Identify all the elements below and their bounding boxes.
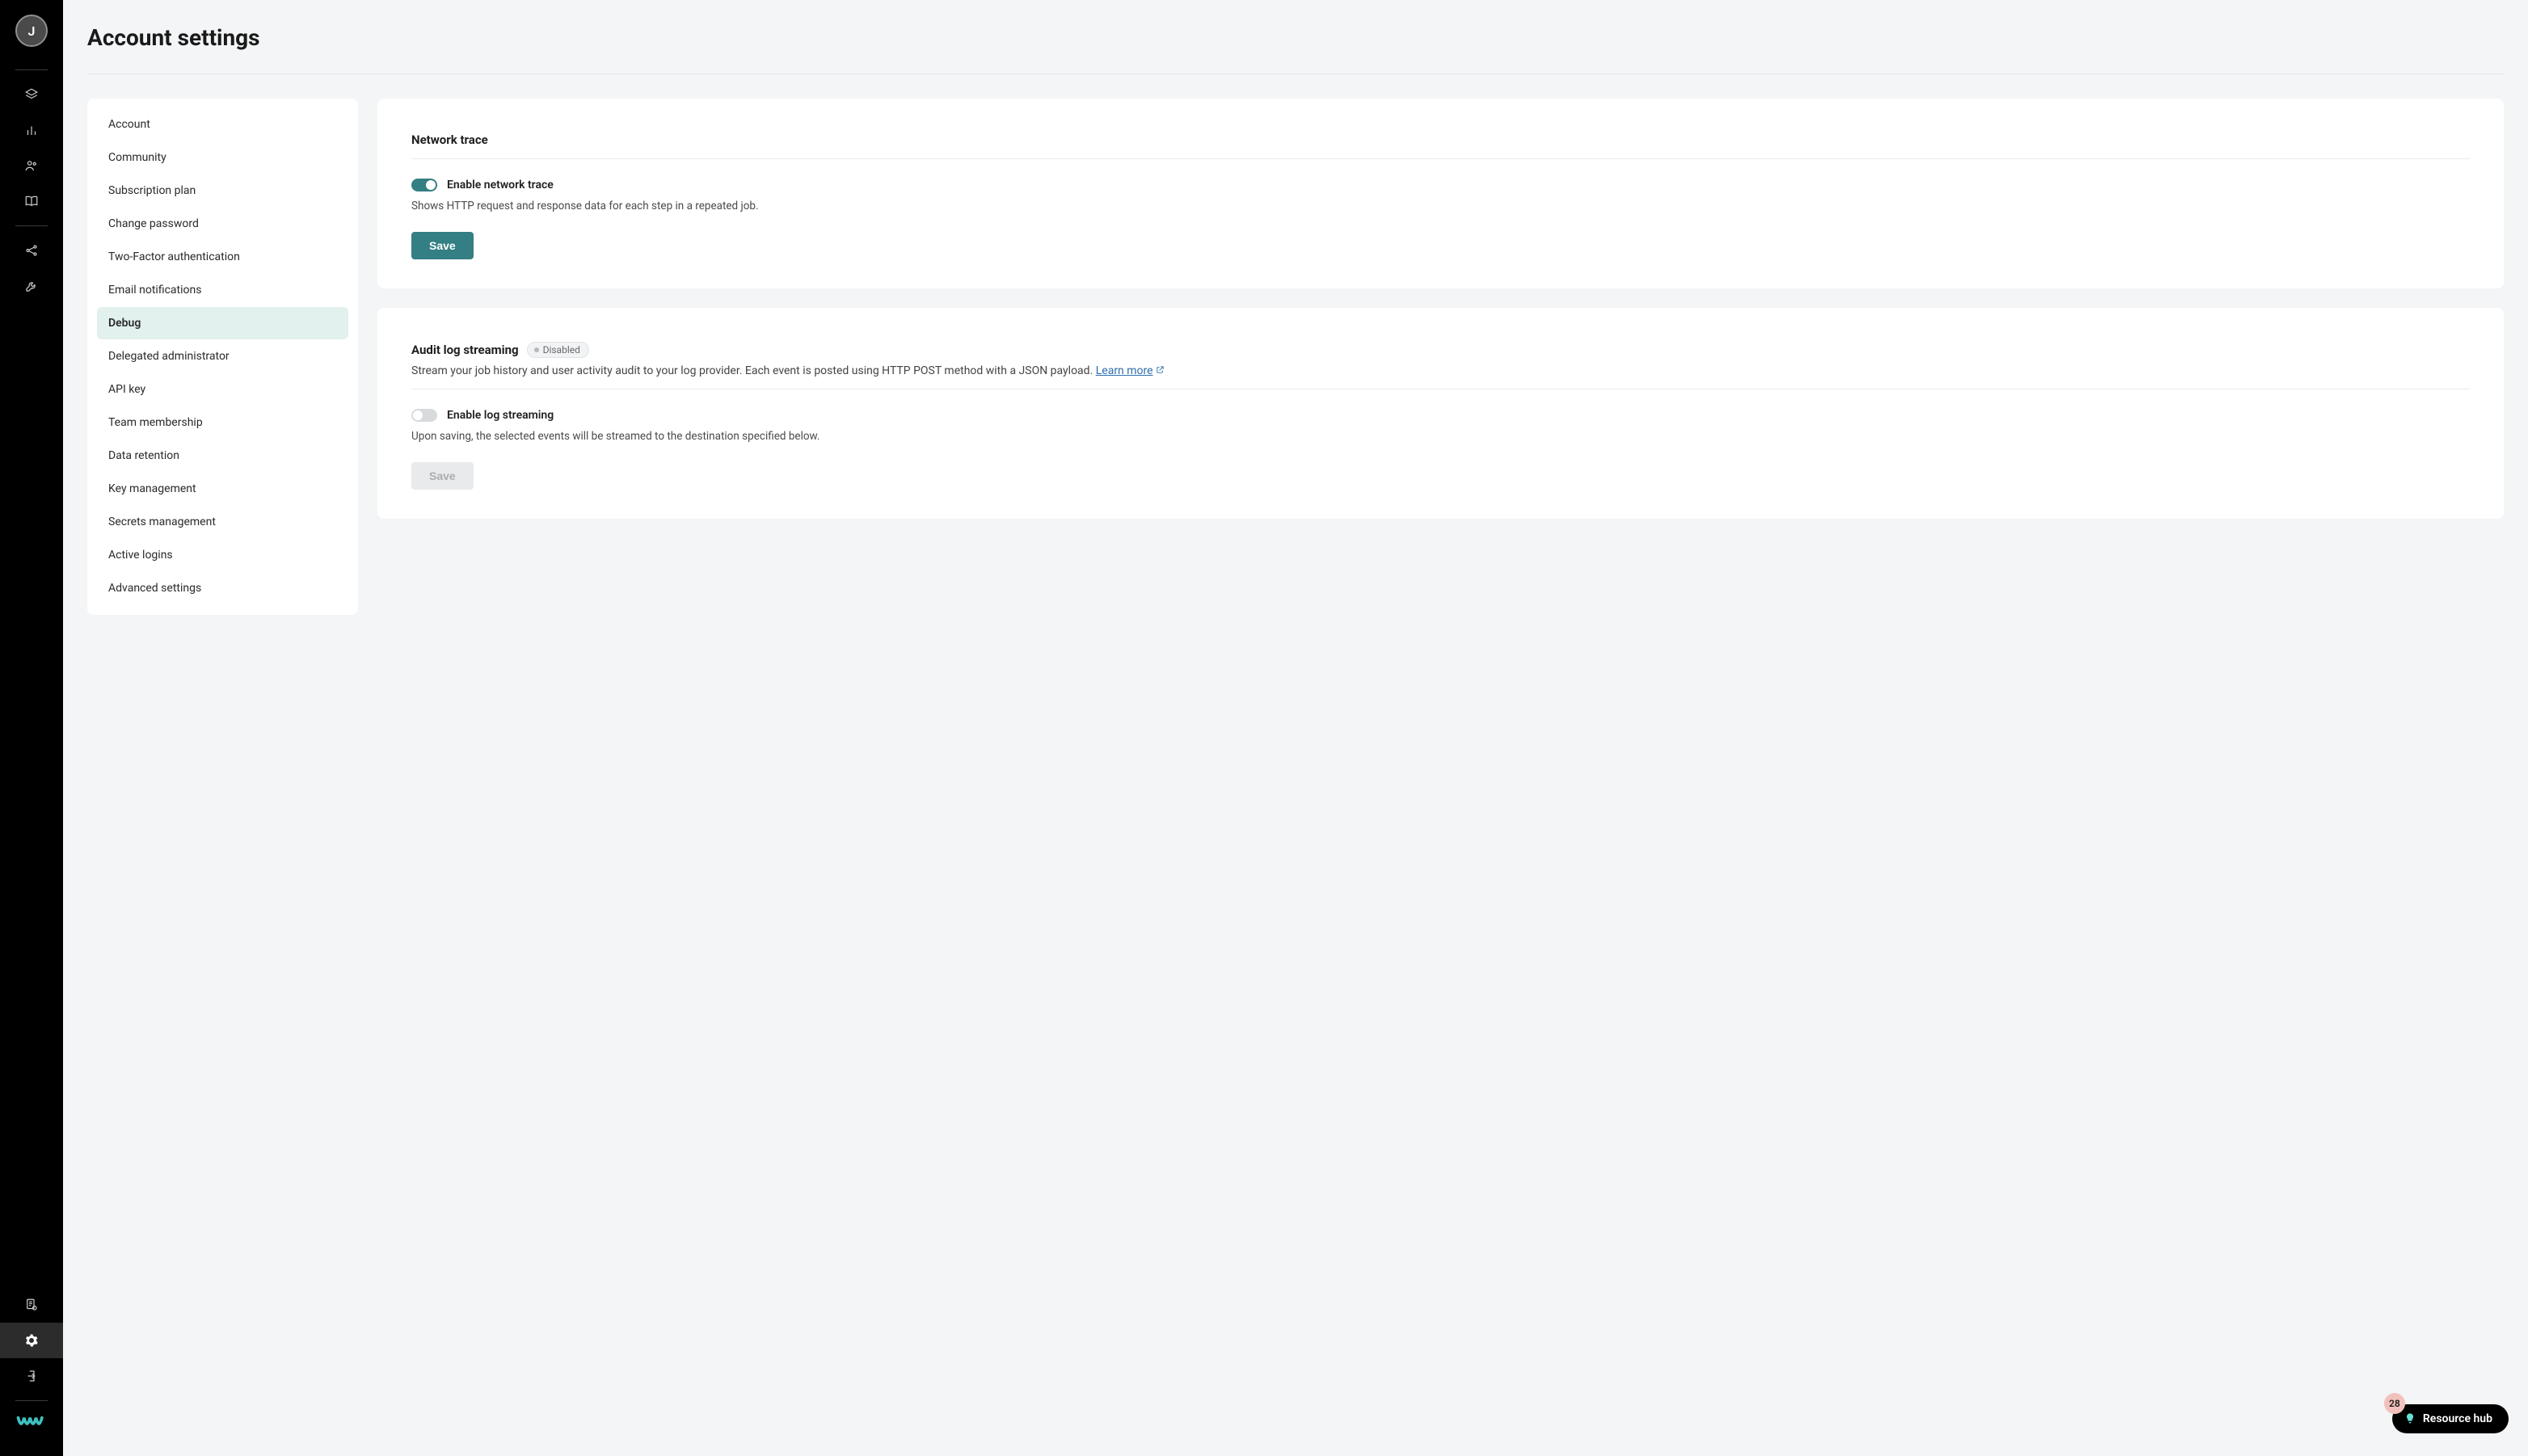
settings-nav-item-team-membership[interactable]: Team membership (97, 406, 348, 439)
audit-log-card: Audit log streaming Disabled Stream your… (377, 308, 2504, 519)
settings-nav-item-api-key[interactable]: API key (97, 373, 348, 406)
nav-item-people[interactable] (0, 148, 63, 183)
settings-nav-item-key-management[interactable]: Key management (97, 473, 348, 505)
resource-hub-button[interactable]: Resource hub (2392, 1404, 2509, 1433)
audit-log-description: Upon saving, the selected events will be… (411, 430, 2470, 443)
status-dot-icon (534, 347, 539, 352)
audit-log-save-button: Save (411, 462, 474, 490)
nav-item-share[interactable] (0, 233, 63, 268)
learn-more-link[interactable]: Learn more (1096, 364, 1165, 377)
audit-log-status-text: Disabled (543, 344, 580, 356)
nav-item-logout[interactable] (0, 1358, 63, 1394)
gear-icon (24, 1333, 39, 1348)
avatar[interactable]: J (15, 15, 48, 47)
nav-divider (15, 225, 48, 226)
book-icon (24, 194, 39, 208)
settings-nav-item-active-logins[interactable]: Active logins (97, 539, 348, 571)
nav-rail: J (0, 0, 63, 1456)
settings-nav: AccountCommunitySubscription planChange … (87, 99, 358, 615)
lightbulb-icon (2404, 1412, 2416, 1425)
network-trace-title: Network trace (411, 133, 488, 147)
settings-nav-item-delegated-administrator[interactable]: Delegated administrator (97, 340, 348, 372)
settings-nav-item-secrets-management[interactable]: Secrets management (97, 506, 348, 538)
nav-item-recipes[interactable] (0, 77, 63, 112)
audit-log-title: Audit log streaming (411, 343, 519, 357)
share-icon (24, 243, 39, 258)
nav-divider (15, 69, 48, 70)
settings-nav-item-debug[interactable]: Debug (97, 307, 348, 339)
network-trace-description: Shows HTTP request and response data for… (411, 200, 2470, 213)
resource-hub: 28 Resource hub (2392, 1404, 2509, 1433)
nav-divider (15, 1400, 48, 1401)
audit-log-status-badge: Disabled (527, 342, 589, 358)
people-icon (24, 158, 39, 173)
logout-icon (24, 1369, 39, 1383)
network-trace-card: Network trace Enable network trace Shows… (377, 99, 2504, 288)
settings-nav-item-email-notifications[interactable]: Email notifications (97, 274, 348, 306)
enable-log-streaming-label: Enable log streaming (447, 409, 554, 422)
wrench-icon (24, 279, 39, 293)
settings-nav-item-two-factor-authentication[interactable]: Two-Factor authentication (97, 241, 348, 273)
resource-hub-badge: 28 (2384, 1393, 2405, 1414)
page-title: Account settings (87, 24, 2504, 51)
external-link-icon (1156, 364, 1165, 377)
network-trace-save-button[interactable]: Save (411, 232, 474, 259)
nav-item-dashboard[interactable] (0, 112, 63, 148)
settings-nav-item-account[interactable]: Account (97, 108, 348, 141)
workato-logo-icon (16, 1415, 47, 1433)
layers-icon (24, 87, 39, 102)
nav-item-audit[interactable] (0, 1287, 63, 1323)
enable-network-trace-toggle[interactable] (411, 179, 437, 191)
document-icon (24, 1298, 39, 1312)
main-content: Account settings AccountCommunitySubscri… (63, 0, 2528, 1456)
avatar-initial: J (28, 23, 36, 39)
bar-chart-icon (24, 123, 39, 137)
brand-logo[interactable] (15, 1408, 48, 1440)
settings-nav-item-subscription-plan[interactable]: Subscription plan (97, 175, 348, 207)
audit-log-subtext: Stream your job history and user activit… (411, 364, 2470, 377)
enable-network-trace-label: Enable network trace (447, 179, 554, 191)
nav-item-settings[interactable] (0, 1323, 63, 1358)
enable-log-streaming-toggle[interactable] (411, 409, 437, 422)
nav-item-library[interactable] (0, 183, 63, 219)
resource-hub-label: Resource hub (2423, 1412, 2492, 1425)
card-divider (411, 158, 2470, 159)
nav-item-tools[interactable] (0, 268, 63, 304)
settings-nav-item-community[interactable]: Community (97, 141, 348, 174)
settings-nav-item-advanced-settings[interactable]: Advanced settings (97, 572, 348, 604)
settings-nav-item-change-password[interactable]: Change password (97, 208, 348, 240)
settings-nav-item-data-retention[interactable]: Data retention (97, 440, 348, 472)
